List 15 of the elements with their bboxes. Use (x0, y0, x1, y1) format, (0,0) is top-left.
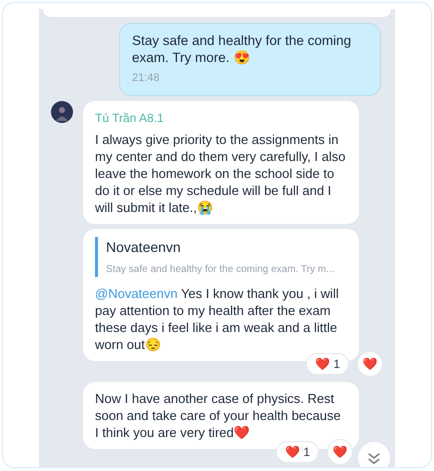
quoted-message[interactable]: Novateenvn Stay safe and healthy for the coming exam. Try m... (95, 236, 347, 276)
message-text: @Novateenvn Yes I know thank you , i will pay attention to my health after the exam these days i feel like i am weak and a little worn out😔 (95, 284, 340, 352)
message-text: I always give priority to the assignments in my center and do them very carefully, I also leave the homework on the school side to do it or else my schedule will be full and I will submit it late.,😭 (95, 130, 346, 216)
message-time: 21:48 (132, 71, 160, 86)
message-text: Stay safe and healthy for the coming exam. Try more. 😍 (132, 32, 352, 66)
double-chevron-down-icon (368, 452, 380, 464)
quote-author: Novateenvn (106, 238, 181, 256)
scroll-down-button[interactable] (357, 441, 391, 467)
message-text: Now I have another case of physics. Rest soon and take care of your health because I think you are very tired❤ (95, 390, 342, 440)
quote-text: Stay safe and healthy for the coming exam. Try m... (106, 262, 334, 276)
reaction-count[interactable]: ❤ 1 (276, 440, 319, 462)
reaction-count[interactable]: ❤ 1 (306, 352, 349, 374)
sender-name: Tú Trần A8.1 (95, 110, 164, 126)
react-button[interactable]: ❤ (357, 350, 383, 376)
avatar[interactable] (51, 100, 73, 122)
